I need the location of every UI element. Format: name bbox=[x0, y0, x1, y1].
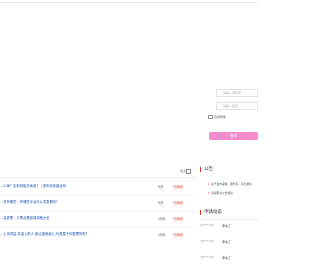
application-item: 136****183 申请了 bbox=[200, 238, 258, 248]
status-badge: 已采纳 bbox=[173, 233, 183, 237]
remember-checkbox[interactable] bbox=[208, 114, 213, 120]
login-box: 自动登录 登录 bbox=[204, 87, 258, 145]
reward-points: 5分 bbox=[158, 201, 164, 205]
applications-divider bbox=[200, 219, 258, 220]
applications-title: 申请动态 bbox=[200, 209, 222, 215]
announcement-title: 公告 bbox=[200, 166, 213, 172]
question-title[interactable]: …高铁票，订票必看官网攻略大全 bbox=[0, 215, 49, 220]
remember-login[interactable]: 自动登录 bbox=[208, 114, 227, 120]
title-accent-bar bbox=[200, 209, 202, 215]
application-item: 126****100 申请了 bbox=[200, 222, 258, 232]
list-item[interactable]: …学有哪些，有哪些平台可以发表期刊？ 5分 已采纳 bbox=[0, 199, 196, 209]
password-input[interactable] bbox=[216, 102, 258, 110]
question-title[interactable]: …么单？如何领取手续费？ | 发布商务撮合网 bbox=[0, 183, 66, 188]
status-badge: 已采纳 bbox=[173, 201, 183, 205]
status-badge: 已采纳 bbox=[173, 185, 183, 189]
announcement-item[interactable]: 关于发布采购、服务等…平台通知 bbox=[208, 182, 252, 186]
list-item[interactable]: …土务供给,发者入职人,都让团销费心,代表属于你整理的呢？ 10分 已采纳 bbox=[0, 231, 196, 241]
list-header: 更多 bbox=[0, 165, 196, 178]
application-text: 申请了 bbox=[222, 239, 232, 244]
reward-points: 5分 bbox=[158, 185, 164, 189]
applicant-phone: 126****100 bbox=[200, 224, 214, 227]
row-divider bbox=[0, 195, 196, 196]
row-divider bbox=[0, 211, 196, 212]
list-item[interactable]: …高铁票，订票必看官网攻略大全 10分 已采纳 bbox=[0, 215, 196, 225]
title-accent-bar bbox=[200, 166, 202, 172]
application-text: 申请了 bbox=[222, 223, 232, 228]
remember-label: 自动登录 bbox=[214, 115, 227, 119]
document-icon[interactable] bbox=[186, 169, 191, 174]
status-badge: 已采纳 bbox=[173, 217, 183, 221]
question-title[interactable]: …土务供给,发者入职人,都让团销费心,代表属于你整理的呢？ bbox=[0, 231, 89, 236]
phone-input[interactable] bbox=[216, 89, 258, 97]
list-item[interactable]: …么单？如何领取手续费？ | 发布商务撮合网 5分 已采纳 bbox=[0, 183, 196, 193]
question-title[interactable]: …学有哪些，有哪些平台可以发表期刊？ bbox=[0, 199, 59, 204]
bullet-icon bbox=[208, 183, 210, 185]
reward-points: 10分 bbox=[158, 217, 166, 221]
applicant-phone: 136****183 bbox=[200, 240, 214, 243]
login-button[interactable]: 登录 bbox=[209, 132, 258, 140]
application-item: 136****166 申请了 bbox=[200, 254, 258, 264]
announcement-item[interactable]: 商家服务公告通知 bbox=[208, 191, 233, 195]
applicant-phone: 136****166 bbox=[200, 256, 214, 259]
reward-points: 10分 bbox=[158, 233, 166, 237]
bullet-icon bbox=[208, 192, 210, 194]
row-divider bbox=[0, 227, 196, 228]
application-text: 申请了 bbox=[222, 255, 232, 260]
